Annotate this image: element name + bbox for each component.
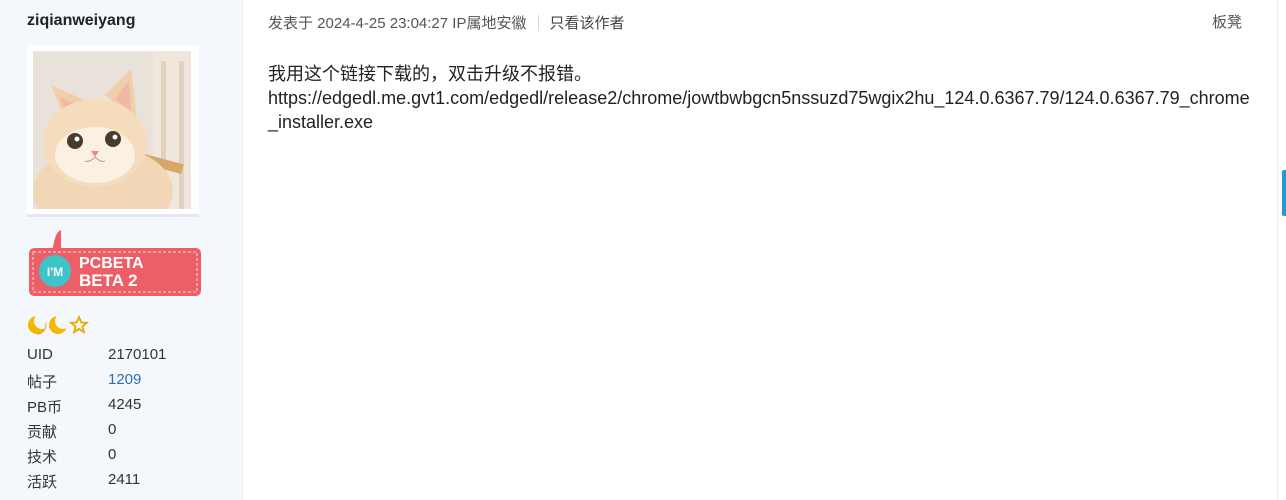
- user-stats: UID 2170101 帖子 1209 PB币 4245 贡献 0 技术 0 活…: [27, 346, 166, 496]
- avatar-image: [33, 51, 191, 209]
- only-author-link[interactable]: 只看该作者: [549, 12, 624, 33]
- avatar[interactable]: [27, 45, 199, 217]
- stat-contribution: 贡献 0: [27, 421, 166, 446]
- author-username[interactable]: ziqianweiyang: [27, 12, 135, 30]
- stat-activity: 活跃 2411: [27, 471, 166, 496]
- post-content: 我用这个链接下载的，双击升级不报错。 https://edgedl.me.gvt…: [268, 62, 1253, 134]
- post-meta: 发表于 2024-4-25 23:04:27 IP属地安徽 只看该作者: [268, 12, 624, 33]
- badge-line1: PCBETA: [79, 255, 144, 272]
- page-edge-divider: [1277, 0, 1278, 500]
- post-text: 我用这个链接下载的，双击升级不报错。: [268, 64, 592, 84]
- stat-label: UID: [27, 346, 53, 363]
- pcbeta-badge: I'M PCBETA BETA 2: [27, 228, 203, 305]
- stat-label: 贡献: [27, 424, 58, 441]
- badge-icon-text: I'M: [47, 265, 63, 279]
- stat-uid: UID 2170101: [27, 346, 166, 371]
- stat-value: 0: [108, 421, 117, 438]
- post-url-text: https://edgedl.me.gvt1.com/edgedl/releas…: [268, 88, 1250, 132]
- stat-tech: 技术 0: [27, 446, 166, 471]
- post-timestamp: 发表于 2024-4-25 23:04:27 IP属地安徽: [268, 15, 527, 32]
- stat-label: 帖子: [27, 374, 58, 391]
- level-icons: [27, 313, 91, 341]
- moon-icon: [27, 313, 50, 335]
- stat-label: 活跃: [27, 474, 58, 491]
- floor-number[interactable]: 板凳: [1212, 11, 1242, 32]
- author-sidebar: ziqianweiyang I'M PCBETA BETA 2 UID 2170…: [0, 0, 243, 500]
- stat-value: 2170101: [108, 346, 167, 363]
- badge-line2: BETA 2: [79, 271, 138, 290]
- moon-icon: [49, 313, 71, 334]
- stat-label: 技术: [27, 449, 58, 466]
- stat-value: 0: [108, 446, 117, 463]
- posts-count-link[interactable]: 1209: [108, 371, 141, 396]
- star-icon: [68, 314, 90, 334]
- stat-posts: 帖子 1209: [27, 371, 166, 396]
- meta-divider: [538, 14, 540, 31]
- side-scroll-tab[interactable]: [1282, 170, 1286, 216]
- stat-pb-coins: PB币 4245: [27, 396, 166, 421]
- stat-value: 4245: [108, 396, 142, 413]
- stat-label: PB币: [27, 399, 63, 416]
- stat-value: 2411: [108, 471, 141, 488]
